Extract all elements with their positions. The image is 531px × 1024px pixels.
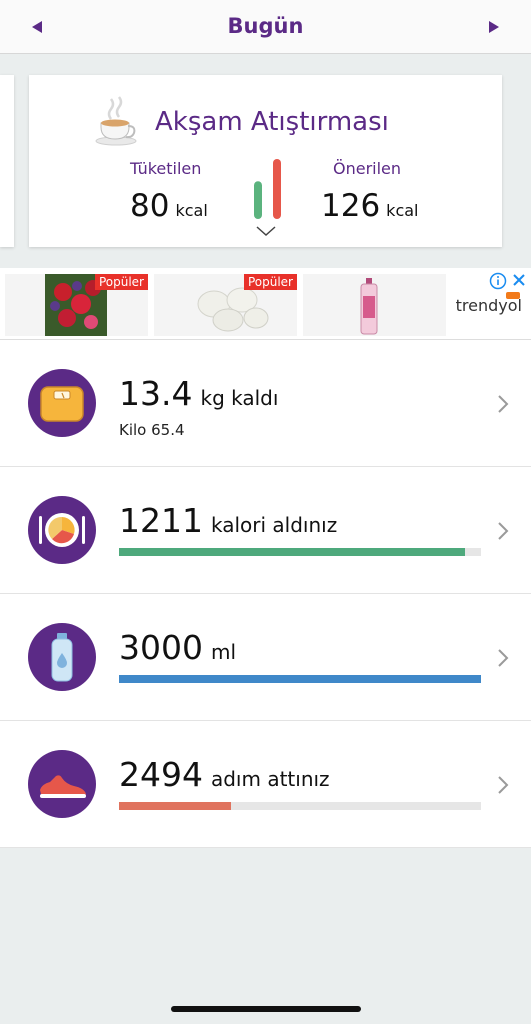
calories-value: 1211 kalori aldınız <box>119 501 337 540</box>
sneaker-icon <box>28 750 96 818</box>
calories-number: 1211 <box>119 501 203 540</box>
consumed-label: Tüketilen <box>130 159 202 178</box>
water-progress-track <box>119 675 481 683</box>
consumed-value: 80 kcal <box>130 188 208 224</box>
water-progress-fill <box>119 675 481 683</box>
consumed-number: 80 <box>130 188 170 224</box>
water-bottle-icon <box>28 623 96 691</box>
calories-progress-track <box>119 548 481 556</box>
steps-value: 2494 adım attınız <box>119 755 330 794</box>
close-icon[interactable] <box>511 272 527 288</box>
current-weight: Kilo 65.4 <box>119 421 185 439</box>
steps-progress-fill <box>119 802 232 810</box>
daily-stats-list: 13.4 kg kaldı Kilo 65.4 1211 kalori aldını… <box>0 340 531 848</box>
date-header: Bugün <box>0 0 531 54</box>
consumed-bar <box>254 181 262 219</box>
spray-bottle-image <box>360 278 378 335</box>
calories-row[interactable]: 1211 kalori aldınız <box>0 467 531 594</box>
chevron-right-icon <box>498 395 509 413</box>
plate-icon <box>28 496 96 564</box>
calorie-compare-bars <box>254 159 281 219</box>
info-icon[interactable] <box>489 272 507 290</box>
previous-meal-card[interactable] <box>0 75 14 247</box>
chevron-right-icon <box>498 522 509 540</box>
steps-row[interactable]: 2494 adım attınız <box>0 721 531 848</box>
chevron-down-icon[interactable] <box>255 225 277 237</box>
water-row[interactable]: 3000 ml <box>0 594 531 721</box>
calories-progress-fill <box>119 548 465 556</box>
ad-banner[interactable]: Popüler Popüler trendyol <box>0 268 531 340</box>
scale-icon <box>28 369 96 437</box>
home-indicator[interactable] <box>171 1006 361 1012</box>
chevron-right-icon <box>498 649 509 667</box>
calories-unit: kalori aldınız <box>210 513 338 537</box>
meal-carousel[interactable]: Akşam Atıştırması Tüketilen 80 kcal Öneri… <box>0 55 531 267</box>
weight-unit: kg kaldı <box>200 386 279 410</box>
popular-badge: Popüler <box>243 274 297 290</box>
steps-number: 2494 <box>119 755 203 794</box>
weight-number: 13.4 <box>119 374 193 413</box>
tea-cup-icon <box>95 96 137 146</box>
chevron-right-icon <box>498 776 509 794</box>
ad-product-flower[interactable]: Popüler <box>5 274 148 336</box>
ad-product-bottle[interactable] <box>303 274 446 336</box>
ad-product-mushroom[interactable]: Popüler <box>154 274 297 336</box>
recommended-value: 126 kcal <box>321 188 418 224</box>
steps-unit: adım attınız <box>210 767 330 791</box>
date-title: Bugün <box>227 14 304 38</box>
popular-badge: Popüler <box>94 274 148 290</box>
meal-card[interactable]: Akşam Atıştırması Tüketilen 80 kcal Öneri… <box>29 75 502 247</box>
weight-value: 13.4 kg kaldı <box>119 374 278 413</box>
ad-brand-name: trendyol <box>455 296 522 315</box>
water-number: 3000 <box>119 628 203 667</box>
recommended-bar <box>273 159 281 219</box>
triangle-right-icon[interactable] <box>483 17 503 37</box>
meal-title: Akşam Atıştırması <box>155 107 389 137</box>
recommended-label: Önerilen <box>333 159 402 178</box>
recommended-number: 126 <box>321 188 381 224</box>
water-unit: ml <box>210 640 237 664</box>
weight-row[interactable]: 13.4 kg kaldı Kilo 65.4 <box>0 340 531 467</box>
recommended-unit: kcal <box>386 201 419 220</box>
consumed-unit: kcal <box>175 201 208 220</box>
steps-progress-track <box>119 802 481 810</box>
water-value: 3000 ml <box>119 628 236 667</box>
